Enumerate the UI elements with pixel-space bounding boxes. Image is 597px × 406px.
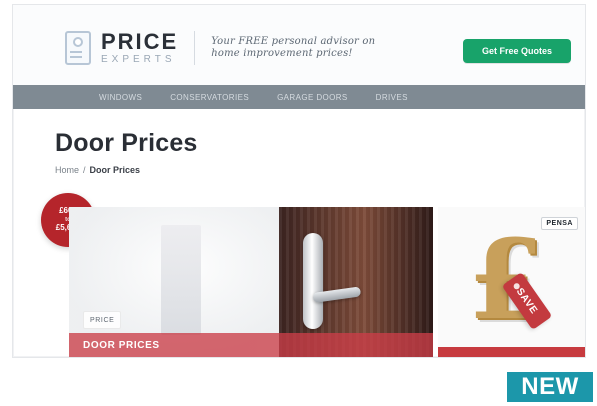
breadcrumb-separator: / (83, 165, 86, 175)
nav-item-conservatories[interactable]: CONSERVATORIES (170, 93, 249, 102)
nav-item-windows[interactable]: WINDOWS (99, 93, 142, 102)
nav-items: WINDOWS CONSERVATORIES GARAGE DOORS DRIV… (13, 93, 408, 102)
hero-brand-chip: PRICE (83, 311, 122, 329)
breadcrumb-current: Door Prices (89, 165, 141, 175)
page-title: Door Prices (55, 129, 198, 157)
savings-card-bottom-strip (438, 347, 585, 357)
logo-divider (194, 31, 196, 65)
door-prices-banner: DOOR PRICES (69, 333, 433, 357)
get-free-quotes-button[interactable]: Get Free Quotes (463, 39, 571, 63)
main-navigation: WINDOWS CONSERVATORIES GARAGE DOORS DRIV… (13, 85, 585, 109)
savings-card-brand: PENSA (541, 217, 578, 230)
door-handle-plate (303, 233, 323, 329)
hero-image: PRICE DOOR PRICES (69, 207, 433, 357)
new-label: NEW (507, 372, 593, 402)
nav-item-drives[interactable]: DRIVES (376, 93, 408, 102)
door-prices-banner-text: DOOR PRICES (83, 339, 160, 351)
site-logo[interactable]: PRICE EXPERTS Your FREE personal advisor… (65, 31, 381, 65)
nav-item-garage-doors[interactable]: GARAGE DOORS (277, 93, 348, 102)
savings-card: PENSA £ SAVE (438, 207, 585, 357)
logo-main: PRICE (101, 29, 179, 54)
breadcrumb: Home / Door Prices (55, 165, 140, 175)
screenshot-frame: PRICE EXPERTS Your FREE personal advisor… (12, 4, 586, 358)
site-tagline: Your FREE personal advisor on home impro… (211, 36, 376, 59)
site-header: PRICE EXPERTS Your FREE personal advisor… (13, 5, 585, 85)
logo-sub: EXPERTS (101, 54, 176, 65)
logo-text: PRICE EXPERTS (101, 31, 178, 65)
price-tag-icon (65, 31, 91, 65)
breadcrumb-home[interactable]: Home (55, 165, 79, 175)
